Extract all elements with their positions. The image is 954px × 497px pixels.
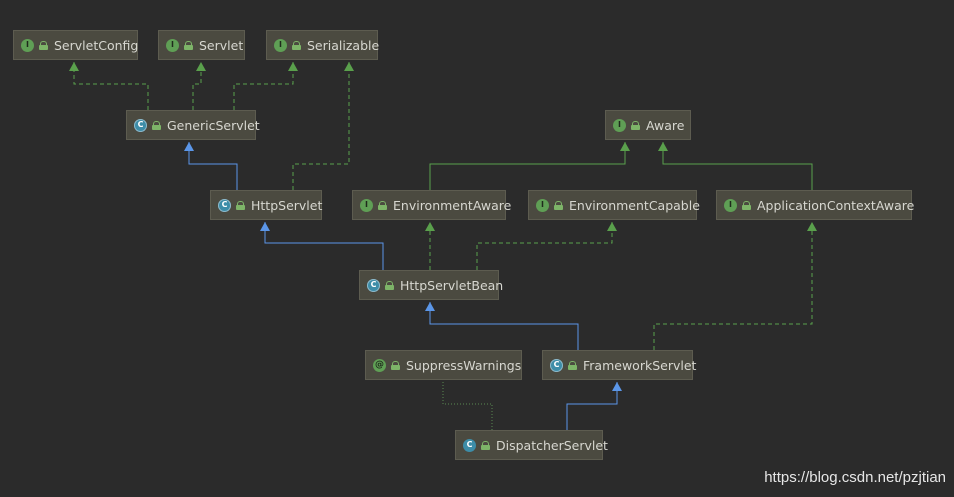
edge-genericservlet-to-serializable	[233, 62, 298, 110]
node-label: ApplicationContextAware	[757, 197, 915, 213]
node-genericservlet[interactable]: C GenericServlet	[126, 110, 260, 140]
interface-icon: I	[613, 118, 626, 132]
node-servletconfig[interactable]: I ServletConfig	[13, 30, 138, 60]
node-aware[interactable]: I Aware	[605, 110, 691, 140]
edge-frameworkservlet-to-applicationcontextaware	[653, 222, 817, 350]
public-lock-icon	[184, 40, 193, 50]
edges-layer	[69, 62, 817, 430]
interface-icon: I	[536, 198, 549, 212]
public-lock-icon	[742, 200, 751, 210]
node-httpservletbean[interactable]: C HttpServletBean	[359, 270, 503, 300]
public-lock-icon	[391, 360, 400, 370]
node-label: EnvironmentAware	[393, 197, 512, 213]
public-lock-icon	[385, 280, 394, 290]
node-label: GenericServlet	[167, 117, 260, 133]
diagram-canvas: I ServletConfig I Servlet I Serializable C Gene…	[0, 0, 954, 497]
node-servlet[interactable]: I Servlet	[158, 30, 245, 60]
node-applicationcontextaware[interactable]: I ApplicationContextAware	[716, 190, 915, 220]
node-environmentaware[interactable]: I EnvironmentAware	[352, 190, 511, 220]
node-label: Aware	[646, 117, 685, 133]
annotation-icon: @	[373, 358, 386, 372]
node-label: Servlet	[199, 37, 244, 53]
watermark: https://blog.csdn.net/pzjtian	[764, 469, 946, 486]
node-environmentcapable[interactable]: I EnvironmentCapable	[528, 190, 700, 220]
interface-icon: I	[166, 38, 179, 52]
edge-genericservlet-to-servletconfig	[69, 62, 149, 110]
public-lock-icon	[554, 200, 563, 210]
node-httpservlet[interactable]: C HttpServlet	[210, 190, 322, 220]
node-serializable[interactable]: I Serializable	[266, 30, 380, 60]
edge-httpservlet-to-serializable	[292, 62, 354, 190]
interface-icon: I	[21, 38, 34, 52]
abstract-class-icon: C	[367, 278, 380, 292]
edge-dispatcherservlet-to-frameworkservlet	[566, 382, 622, 430]
abstract-class-icon: C	[218, 198, 231, 212]
public-lock-icon	[378, 200, 387, 210]
abstract-class-icon: C	[550, 358, 563, 372]
public-lock-icon	[39, 40, 48, 50]
public-lock-icon	[568, 360, 577, 370]
node-label: SuppressWarnings	[406, 357, 522, 373]
node-label: HttpServlet	[251, 197, 323, 213]
node-label: EnvironmentCapable	[569, 197, 700, 213]
edge-httpservletbean-to-httpservlet	[260, 222, 384, 270]
node-label: Serializable	[307, 37, 380, 53]
public-lock-icon	[631, 120, 640, 130]
node-label: HttpServletBean	[400, 277, 504, 293]
edge-applicationcontextaware-to-aware	[658, 142, 813, 190]
edge-httpservletbean-to-environmentaware	[425, 222, 435, 270]
node-label: ServletConfig	[54, 37, 139, 53]
class-icon: C	[463, 438, 476, 452]
interface-icon: I	[274, 38, 287, 52]
public-lock-icon	[236, 200, 245, 210]
node-label: DispatcherServlet	[496, 437, 608, 453]
edge-httpservletbean-to-environmentcapable	[476, 222, 617, 270]
node-dispatcherservlet[interactable]: C DispatcherServlet	[455, 430, 608, 460]
edge-httpservlet-to-genericservlet	[184, 142, 238, 190]
interface-icon: I	[360, 198, 373, 212]
interface-icon: I	[724, 198, 737, 212]
public-lock-icon	[481, 440, 490, 450]
edge-genericservlet-to-servlet	[192, 62, 206, 110]
edge-frameworkservlet-to-httpservletbean	[425, 302, 579, 350]
edge-environmentaware-to-aware	[429, 142, 630, 190]
abstract-class-icon: C	[134, 118, 147, 132]
edge-dispatcherservlet-to-suppresswarnings	[442, 382, 493, 430]
public-lock-icon	[152, 120, 161, 130]
public-lock-icon	[292, 40, 301, 50]
node-suppresswarnings[interactable]: @ SuppressWarnings	[365, 350, 522, 380]
node-frameworkservlet[interactable]: C FrameworkServlet	[542, 350, 697, 380]
node-label: FrameworkServlet	[583, 357, 697, 373]
